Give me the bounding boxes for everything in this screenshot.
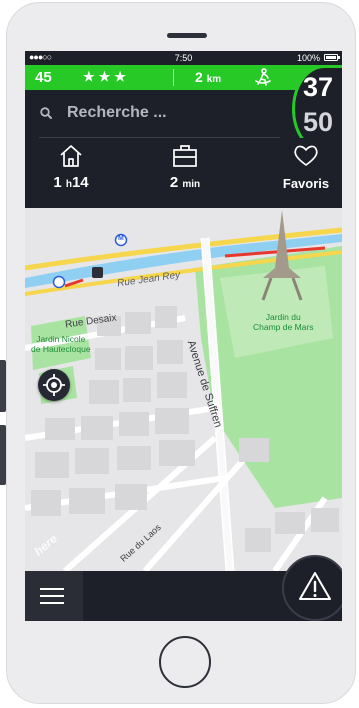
speed-limit: 50 [303,107,334,137]
map-view[interactable]: M Rue Jean Rey Rue Desaix Jardin Nicole … [25,208,342,571]
pedestrian-icon [253,68,273,90]
status-bar: ●●●○○ 7:50 100% [25,51,342,65]
map-label-jardin-nicole-line1: Jardin Nicole [36,334,86,344]
hamburger-icon [40,588,64,590]
status-time: 7:50 [174,53,193,63]
map-label-metro: M [118,235,124,242]
map-label-champ-de-mars: Jardin du Champ de Mars [253,312,313,332]
map-label-champ-line1: Jardin du [265,312,301,322]
shortcut-favorites[interactable]: Favoris [272,138,340,208]
search-icon [40,107,52,119]
map-canvas [25,208,342,571]
hamburger-icon-bottom [40,602,64,604]
hamburger-icon-middle [40,595,64,597]
home-eta-minutes: 14 [71,174,89,191]
favorites-label: Favoris [282,176,330,191]
distance-unit: km [206,74,222,85]
star-rating: ★★★ [83,69,130,84]
briefcase-icon [173,145,197,167]
current-speed: 37 [303,72,334,102]
work-eta: 2 min [155,174,215,191]
info-distance: 2 km [195,69,221,85]
phone-speaker [167,33,207,38]
info-divider [173,69,174,86]
map-label-jardin-nicole-line2: de Hautecloque [31,344,91,354]
heart-icon [294,145,318,166]
distance-value: 2 [195,69,203,85]
map-label-champ-line2: Champ de Mars [253,322,314,332]
shortcut-work[interactable]: 2 min [155,138,215,208]
info-count: 45 [35,69,52,86]
work-eta-value: 2 [169,174,179,191]
warning-triangle-icon [299,572,331,600]
report-alert-button[interactable] [282,555,342,621]
home-eta-hours: 1 [53,174,62,191]
app-screen: ●●●○○ 7:50 100% 45 ★★★ 2 km Recherche ..… [25,51,342,621]
battery-icon [324,54,340,61]
battery-percent: 100% [296,53,320,63]
home-eta: 1 h14 [41,174,101,191]
map-label-jardin-nicole: Jardin Nicole de Hautecloque [31,334,91,354]
shortcut-row: 1 h14 2 min Favoris [25,138,342,208]
work-eta-unit: min [182,179,201,190]
search-input[interactable]: Recherche ... [67,104,167,122]
shortcut-home[interactable]: 1 h14 [41,138,101,208]
menu-button[interactable] [25,571,83,621]
home-icon [60,145,82,167]
crosshair-icon [43,374,65,396]
locate-button[interactable] [38,369,70,401]
phone-home-button[interactable] [159,636,211,688]
